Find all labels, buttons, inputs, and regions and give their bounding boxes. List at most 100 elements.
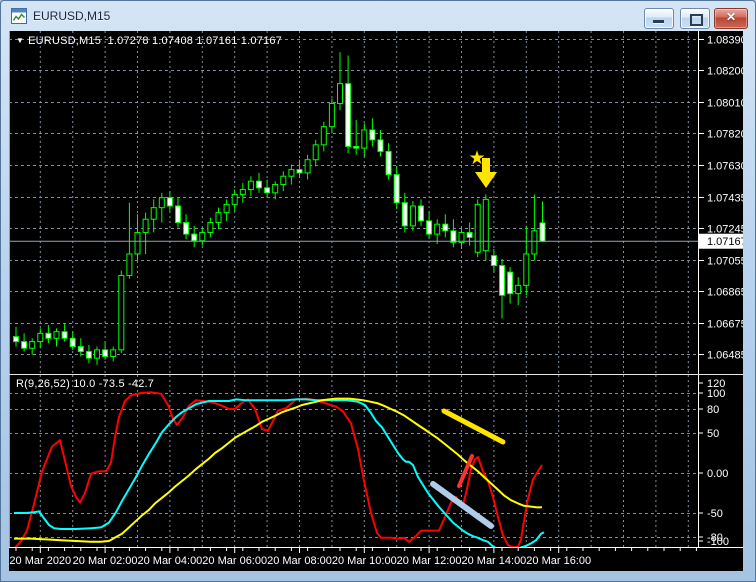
candle [418, 205, 424, 222]
candle [482, 198, 489, 252]
candle [385, 150, 392, 176]
candle [77, 346, 84, 353]
candle [474, 203, 481, 253]
price-axis-label: 1.08010 [707, 98, 743, 110]
candle [507, 271, 514, 295]
time-axis-label: 20 Mar 10:00 [332, 555, 397, 567]
candle [94, 349, 100, 359]
candle [426, 220, 433, 235]
terminal-chart-window: EURUSD,M15 ✕ 1.08390 1.08200 1.08010 1.0782… [0, 0, 756, 582]
candle [21, 341, 28, 349]
candle [353, 145, 360, 149]
indicator-scale-label: -50 [707, 508, 723, 520]
candle [369, 129, 376, 141]
price-axis-label: 1.07245 [707, 224, 743, 236]
candle [239, 188, 246, 195]
price-axis-label: 1.06865 [707, 287, 743, 299]
candle [523, 253, 530, 286]
candle [158, 197, 165, 209]
candle [264, 187, 271, 194]
candle [118, 274, 125, 351]
candle [296, 169, 303, 174]
candle [345, 83, 352, 147]
candle [53, 331, 60, 339]
candle [515, 284, 522, 295]
indicator-scale-label: 80 [707, 404, 719, 416]
candle [531, 230, 538, 255]
chart-icon [11, 8, 27, 24]
candle [69, 337, 76, 348]
price-axis-label: 1.08200 [707, 66, 743, 78]
time-axis-label: 20 Mar 16:00 [526, 555, 591, 567]
candle [37, 332, 44, 343]
candle [134, 231, 141, 255]
candle [256, 180, 262, 189]
price-axis-label: 1.06485 [707, 350, 743, 362]
restore-icon [690, 14, 703, 26]
candle [85, 351, 92, 359]
price-axis-label: 1.07055 [707, 256, 743, 268]
candle [434, 223, 441, 235]
price-axis-label: 1.07820 [707, 129, 743, 141]
candle [45, 332, 52, 339]
candle [126, 253, 133, 276]
indicator-scale-label: -100 [707, 536, 729, 547]
indicator-scale-label: 50 [707, 428, 719, 440]
candle [247, 180, 254, 190]
candle [207, 222, 214, 233]
candle [401, 202, 408, 227]
candle [183, 222, 190, 235]
time-axis[interactable]: 20 Mar 2020 20 Mar 02:00 20 Mar 04:00 20 Ma… [9, 548, 743, 571]
candle [361, 129, 368, 149]
candle [442, 223, 449, 232]
indicator-pane[interactable]: 12010080500.00-50-80-100 [9, 375, 743, 547]
candle [280, 175, 287, 186]
candle [175, 205, 181, 224]
candle [231, 193, 238, 205]
chart-client-area: 1.08390 1.08200 1.08010 1.07820 1.07630 1.074… [9, 31, 743, 571]
candle [304, 159, 311, 174]
candle [377, 139, 384, 152]
current-price-value: 1.07167 [707, 236, 743, 248]
candle [29, 341, 36, 349]
candle [539, 222, 546, 242]
candle [312, 144, 319, 161]
candle [466, 231, 473, 238]
time-axis-label: 20 Mar 14:00 [461, 555, 526, 567]
minimize-button[interactable] [644, 8, 674, 29]
restore-button[interactable] [680, 8, 710, 29]
candle [215, 212, 222, 224]
candle [13, 336, 19, 343]
candle [102, 349, 109, 357]
time-axis-label: 20 Mar 02:00 [73, 555, 138, 567]
candle [199, 231, 206, 242]
price-axis-label: 1.08390 [707, 35, 743, 47]
title-bar[interactable]: EURUSD,M15 ✕ [1, 1, 755, 31]
time-axis-label: 20 Mar 2020 [9, 555, 71, 567]
time-axis-label: 20 Mar 04:00 [137, 555, 202, 567]
candle [328, 102, 335, 128]
price-axis-label: 1.06675 [707, 319, 743, 331]
window-title: EURUSD,M15 [33, 9, 111, 23]
price-axis-label: 1.07435 [707, 193, 743, 205]
candle [61, 331, 68, 339]
candle [490, 255, 497, 267]
candle [223, 203, 230, 214]
candle [320, 126, 327, 146]
candle [499, 265, 505, 296]
price-chart-pane[interactable]: 1.08390 1.08200 1.08010 1.07820 1.07630 1.074… [9, 31, 743, 374]
candle [409, 205, 416, 227]
indicator-scale-label: 100 [707, 388, 725, 400]
candle [142, 218, 149, 233]
close-icon: ✕ [725, 10, 737, 24]
time-axis-label: 20 Mar 12:00 [397, 555, 462, 567]
indicator-scale-label: 0.00 [707, 468, 728, 480]
time-axis-label: 20 Mar 08:00 [267, 555, 332, 567]
candle [110, 349, 117, 357]
candle [191, 233, 198, 242]
candle [150, 207, 157, 220]
candle [337, 83, 343, 104]
candle [450, 230, 457, 243]
close-button[interactable]: ✕ [714, 8, 748, 29]
minimize-icon [653, 20, 664, 23]
